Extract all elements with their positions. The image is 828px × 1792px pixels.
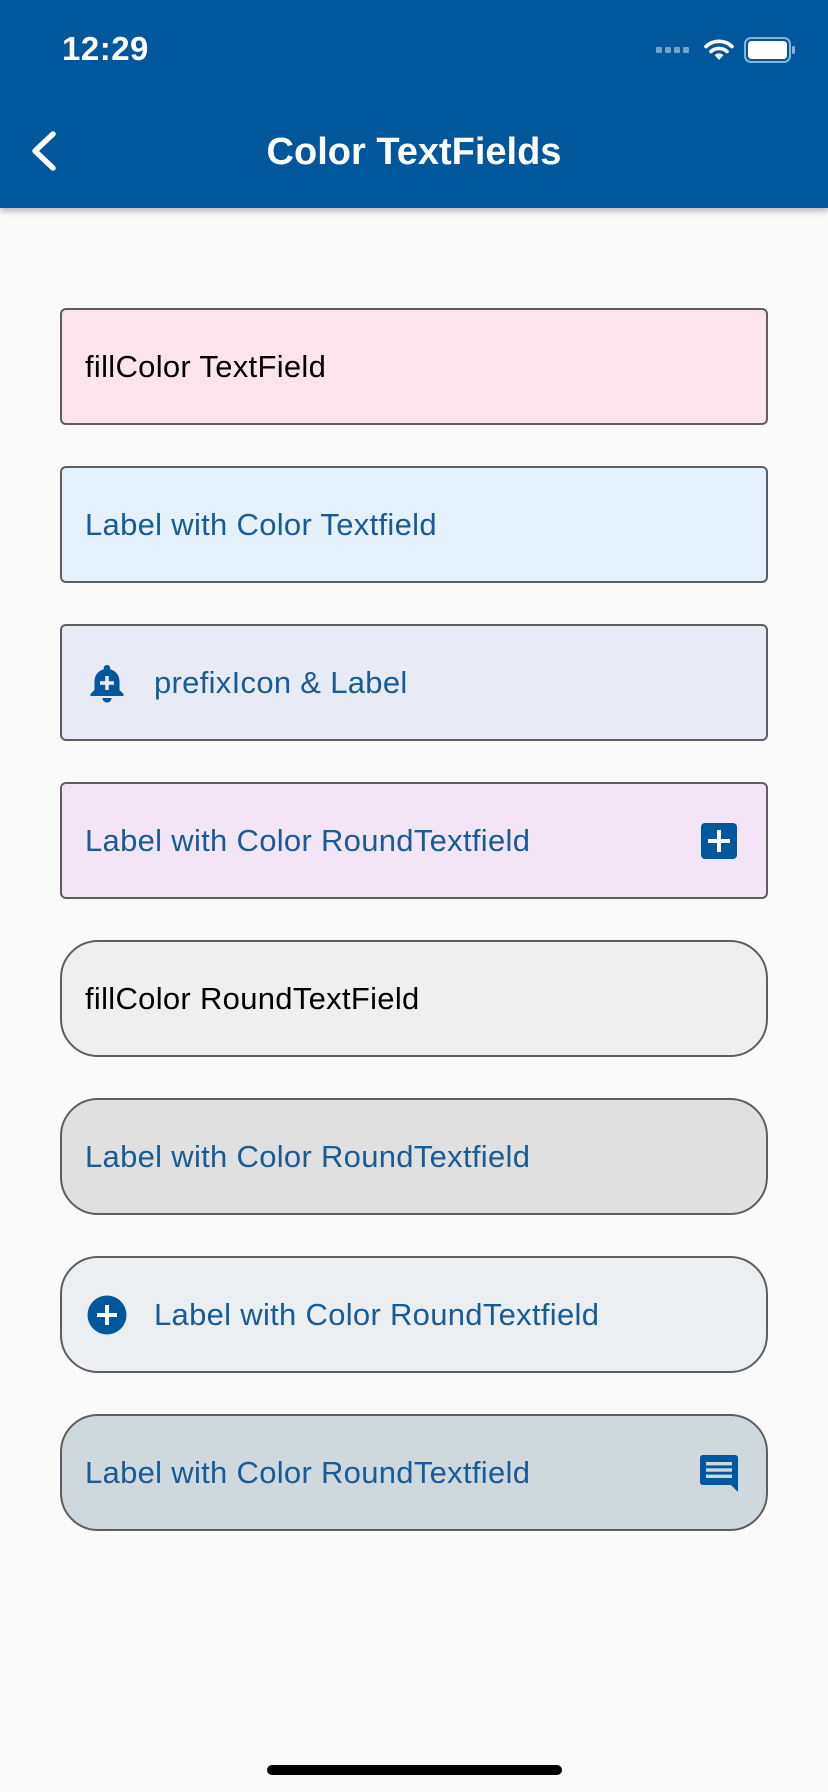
- field-label: Label with Color Textfield: [85, 506, 437, 542]
- field-label: prefixIcon & Label: [154, 664, 408, 700]
- label-color-roundtextfield-message[interactable]: Label with Color RoundTextfield: [60, 1414, 768, 1531]
- page-title: Color TextFields: [266, 131, 562, 173]
- field-label: Label with Color RoundTextfield: [85, 822, 531, 858]
- fillcolor-roundtextfield[interactable]: fillColor RoundTextField: [60, 940, 768, 1057]
- field-label: fillColor RoundTextField: [85, 980, 420, 1016]
- field-label: Label with Color RoundTextfield: [85, 1454, 531, 1490]
- label-color-roundtextfield-suffix[interactable]: Label with Color RoundTextfield: [60, 782, 768, 899]
- label-color-roundtextfield[interactable]: Label with Color RoundTextfield: [60, 1098, 768, 1215]
- home-indicator[interactable]: [267, 1765, 562, 1775]
- field-label: Label with Color RoundTextfield: [154, 1296, 600, 1332]
- fillcolor-textfield[interactable]: fillColor TextField: [60, 308, 768, 425]
- message-icon: [700, 1454, 738, 1492]
- battery-icon: [744, 37, 795, 63]
- status-icons: [656, 34, 796, 66]
- prefixicon-label-textfield[interactable]: prefixIcon & Label: [60, 624, 768, 741]
- app-bar: 12:29 Color TextFields: [0, 0, 828, 208]
- status-time: 12:29: [62, 30, 149, 67]
- field-label: fillColor TextField: [85, 348, 327, 384]
- add-box-icon: [701, 822, 737, 859]
- signal-icon: [656, 47, 692, 53]
- field-label: Label with Color RoundTextfield: [85, 1138, 531, 1174]
- label-color-textfield[interactable]: Label with Color Textfield: [60, 466, 768, 583]
- label-color-roundtextfield-prefix[interactable]: Label with Color RoundTextfield: [60, 1256, 768, 1373]
- add-circle-icon: [87, 1295, 127, 1334]
- wifi-icon: [704, 39, 734, 60]
- add-alert-bell-icon: [90, 664, 124, 702]
